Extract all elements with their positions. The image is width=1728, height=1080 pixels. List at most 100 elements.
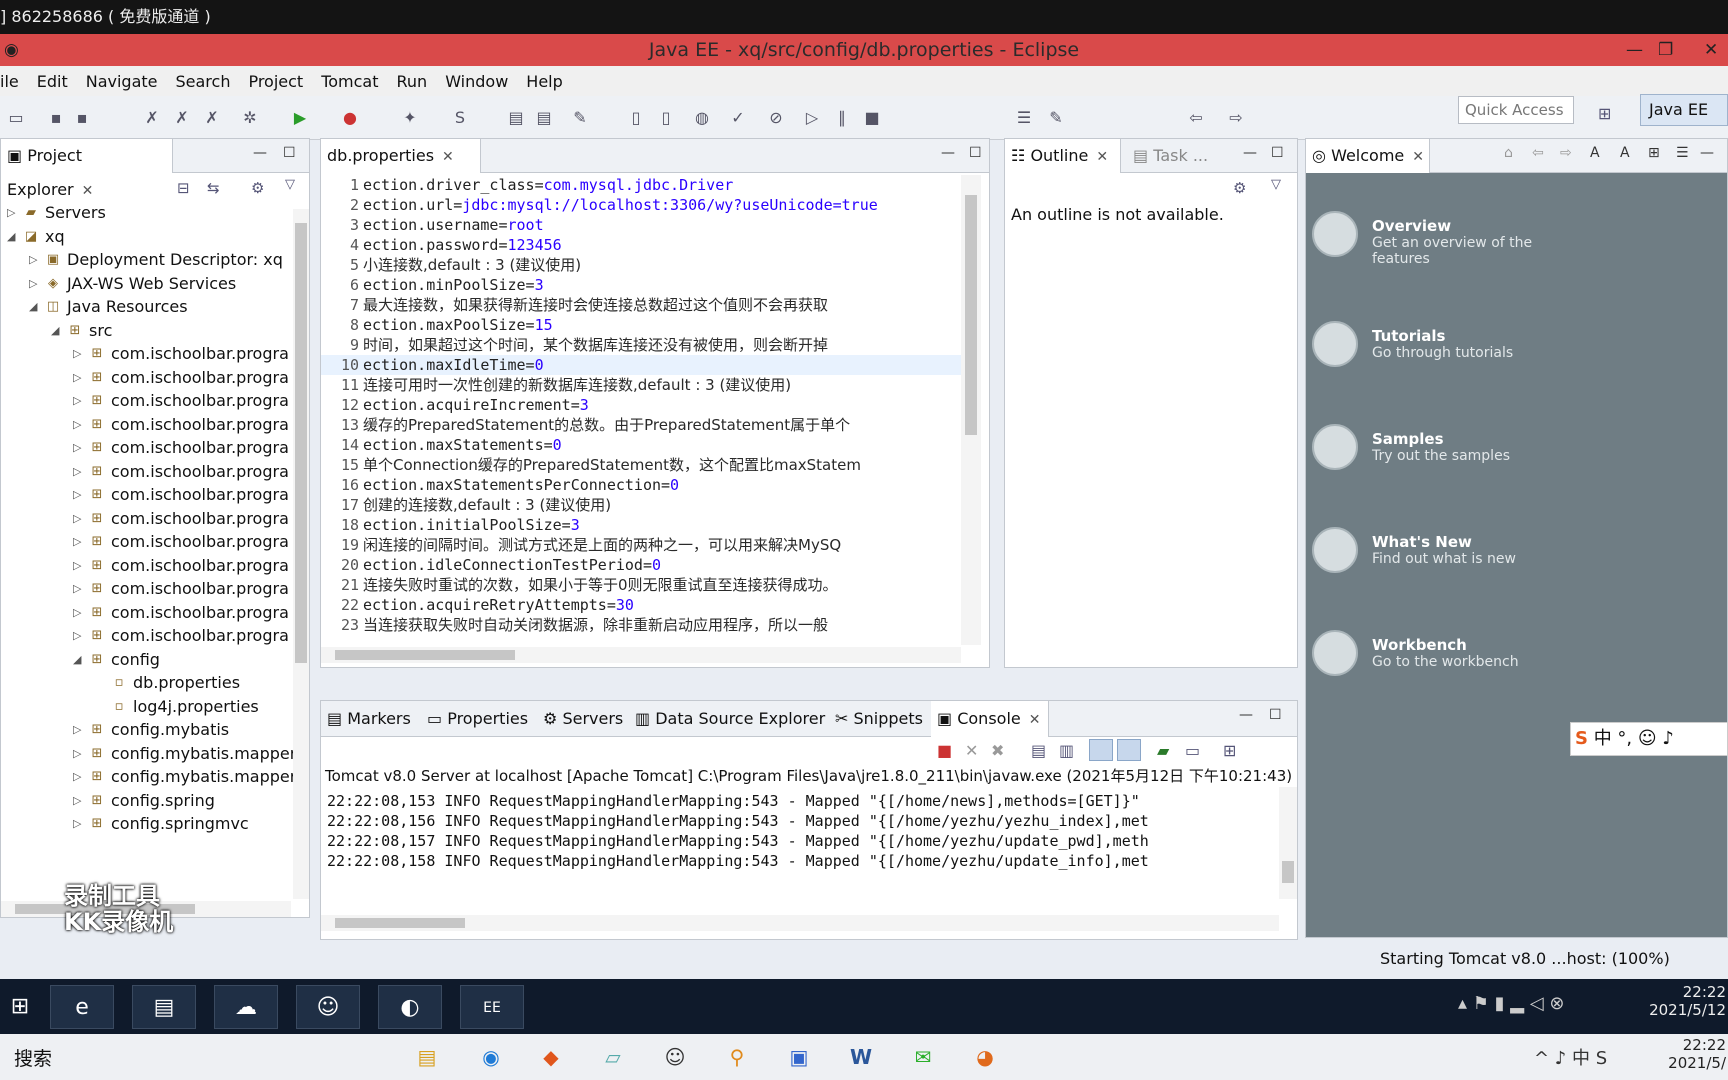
view-menu-icon[interactable]: ▽: [1271, 177, 1281, 192]
minimize-view-icon[interactable]: —: [941, 145, 955, 161]
debug-icon[interactable]: ✲: [240, 108, 260, 128]
maximize-view-icon[interactable]: ☐: [1269, 707, 1282, 723]
expand-arrow-icon[interactable]: ▷: [73, 742, 81, 766]
expand-arrow-icon[interactable]: ▷: [73, 413, 81, 437]
new-icon[interactable]: ▭: [6, 108, 26, 128]
tree-item[interactable]: ▷ ⊞ com.ischoolbar.progra: [1, 624, 291, 648]
show-on-stderr-icon[interactable]: [1117, 739, 1141, 761]
open-folder-icon[interactable]: ▤: [506, 108, 526, 128]
close-tab-icon[interactable]: ✕: [1096, 149, 1108, 165]
skip-breakpoints-icon[interactable]: ⊘: [766, 108, 786, 128]
outline-toolbar-icon[interactable]: ⚙: [1233, 179, 1246, 197]
tab-properties[interactable]: ▭ Properties: [427, 701, 528, 737]
tab-data-source-explorer[interactable]: ▥ Data Source Explorer: [635, 701, 825, 737]
restore-icon[interactable]: ❐: [1658, 34, 1673, 66]
code-line[interactable]: 10 ection.maxIdleTime=0: [321, 355, 971, 375]
save-icon[interactable]: ▪: [46, 108, 66, 128]
expand-arrow-icon[interactable]: ▷: [73, 530, 81, 554]
tree-item[interactable]: ▷ ⊞ com.ischoolbar.progra: [1, 366, 291, 390]
expand-arrow-icon[interactable]: ▷: [73, 342, 81, 366]
tree-item[interactable]: ▷ ⊞ com.ischoolbar.progra: [1, 389, 291, 413]
back-icon[interactable]: ⇦: [1186, 108, 1206, 128]
toggle-icon[interactable]: ▯: [656, 108, 676, 128]
tab-welcome[interactable]: ◎ Welcome ✕: [1306, 139, 1430, 173]
tree-item[interactable]: ▷ ⊞ com.ischoolbar.progra: [1, 342, 291, 366]
maximize-view-icon[interactable]: ☐: [969, 145, 982, 161]
quick-access-input[interactable]: Quick Access: [1458, 96, 1574, 124]
menu-navigate[interactable]: Navigate: [86, 72, 158, 91]
close-tab-icon[interactable]: ✕: [82, 183, 94, 199]
resume-icon[interactable]: ▷: [802, 108, 822, 128]
app-icon[interactable]: ▱: [596, 1042, 630, 1072]
expand-arrow-icon[interactable]: ▷: [73, 789, 81, 813]
app-icon[interactable]: ◆: [534, 1042, 568, 1072]
menu-edit[interactable]: Edit: [37, 72, 68, 91]
show-on-stdout-icon[interactable]: [1089, 739, 1113, 761]
tree-item[interactable]: ▷ ⊞ config.springmvc: [1, 812, 291, 836]
code-line[interactable]: 9 时间，如果超过这个时间，某个数据库连接还没有被使用，则会断开掉: [321, 335, 971, 355]
code-line[interactable]: 22 ection.acquireRetryAttempts=30: [321, 595, 971, 615]
maximize-view-icon[interactable]: ☐: [1271, 145, 1284, 161]
menu-tomcat[interactable]: Tomcat: [321, 72, 378, 91]
tree-item[interactable]: ▷ ▣ Deployment Descriptor: xq: [1, 248, 291, 272]
customize-icon[interactable]: ⊞: [1648, 145, 1660, 161]
scroll-lock-icon[interactable]: ▥: [1059, 741, 1074, 760]
annotation-icon[interactable]: ☰: [1014, 108, 1034, 128]
console-hscrollbar[interactable]: [321, 915, 1279, 931]
code-line[interactable]: 17 创建的连接数,default : 3 (建议使用): [321, 495, 971, 515]
menu-file[interactable]: ile: [0, 72, 19, 91]
menu-window[interactable]: Window: [445, 72, 508, 91]
tree-item[interactable]: ▷ ⊞ com.ischoolbar.progra: [1, 601, 291, 625]
minimize-view-icon[interactable]: —: [253, 145, 267, 161]
close-tab-icon[interactable]: ✕: [1029, 712, 1041, 728]
minimize-icon[interactable]: —: [1626, 34, 1643, 66]
terminate-icon[interactable]: ■: [937, 741, 952, 760]
pin-icon[interactable]: ✓: [728, 108, 748, 128]
clear-console-icon[interactable]: ▤: [1031, 741, 1046, 760]
tree-item[interactable]: ◢ ◪ xq: [1, 225, 291, 249]
tree-item[interactable]: ▷ ⊞ com.ischoolbar.progra: [1, 413, 291, 437]
tree-scrollbar[interactable]: [293, 209, 309, 899]
tab-project-explorer[interactable]: ▣ Project Explorer ✕: [1, 139, 173, 199]
open-console-icon[interactable]: ⊞: [1223, 741, 1236, 760]
external-tools-icon[interactable]: ●: [340, 108, 360, 128]
expand-arrow-icon[interactable]: ▷: [73, 812, 81, 836]
tree-item[interactable]: ▷ ⊞ com.ischoolbar.progra: [1, 507, 291, 531]
open-task-icon[interactable]: ✎: [570, 108, 590, 128]
tree-item[interactable]: ▫ db.properties: [1, 671, 291, 695]
tree-item[interactable]: ▫ log4j.properties: [1, 695, 291, 719]
tab-servers[interactable]: ⚙ Servers: [543, 701, 623, 737]
ie-icon[interactable]: e: [50, 985, 114, 1029]
expand-arrow-icon[interactable]: ▷: [73, 366, 81, 390]
expand-arrow-icon[interactable]: ◢: [73, 648, 81, 672]
welcome-item-whats-new[interactable]: What's New Find out what is new: [1312, 527, 1712, 573]
tree-item[interactable]: ▷ ◈ JAX-WS Web Services: [1, 272, 291, 296]
tree-item[interactable]: ▷ ⊞ com.ischoolbar.progra: [1, 436, 291, 460]
expand-arrow-icon[interactable]: ▷: [73, 389, 81, 413]
code-line[interactable]: 2 ection.url=jdbc:mysql://localhost:3306/…: [321, 195, 971, 215]
remove-launch-icon[interactable]: ✕: [965, 741, 978, 760]
code-line[interactable]: 1 ection.driver_class=com.mysql.jdbc.Driv…: [321, 175, 971, 195]
tree-item[interactable]: ◢ ⊞ config: [1, 648, 291, 672]
view-menu-icon[interactable]: ▽: [285, 177, 295, 192]
file-explorer-icon[interactable]: ▤: [410, 1042, 444, 1072]
font-smaller-icon[interactable]: A: [1590, 145, 1600, 161]
code-line[interactable]: 15 单个Connection缓存的PreparedStatement数，这个配置…: [321, 455, 971, 475]
expand-arrow-icon[interactable]: ◢: [7, 225, 15, 249]
expand-arrow-icon[interactable]: ▷: [73, 460, 81, 484]
forward-icon[interactable]: ⇨: [1226, 108, 1246, 128]
close-tab-icon[interactable]: ✕: [442, 149, 454, 165]
code-line[interactable]: 3 ection.username=root: [321, 215, 971, 235]
close-tab-icon[interactable]: ✕: [1412, 149, 1424, 165]
tree-item[interactable]: ▷ ⊞ config.spring: [1, 789, 291, 813]
status-bar-progress[interactable]: Starting Tomcat v8.0 ...host: (100%): [1380, 944, 1728, 974]
start-icon[interactable]: ⊞: [0, 985, 40, 1029]
app-icon[interactable]: ☁: [214, 985, 278, 1029]
home-icon[interactable]: ⌂: [1504, 145, 1513, 161]
code-editor[interactable]: 1 ection.driver_class=com.mysql.jdbc.Driv…: [321, 175, 971, 635]
tab-console[interactable]: ▣ Console ✕: [931, 701, 1049, 737]
editor-scrollbar[interactable]: [961, 175, 981, 645]
display-console-icon[interactable]: ▭: [1185, 741, 1200, 760]
menu-search[interactable]: Search: [175, 72, 230, 91]
tab-task-list[interactable]: ▤ Task ...: [1133, 139, 1208, 173]
